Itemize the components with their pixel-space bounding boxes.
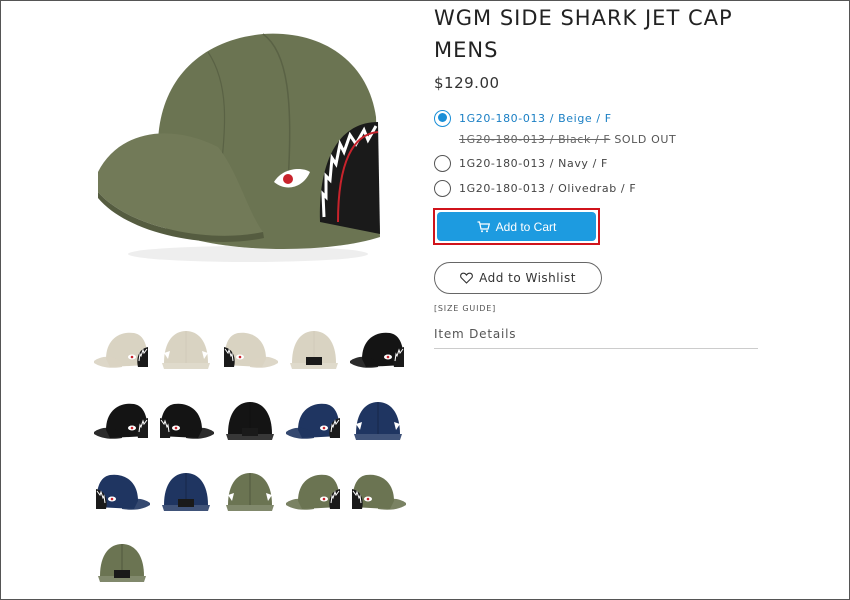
radio-icon[interactable] — [434, 179, 451, 197]
cap-icon — [98, 544, 146, 582]
cap-icon — [94, 332, 148, 368]
cap-icon — [226, 473, 274, 511]
add-to-cart-label: Add to Cart — [495, 219, 557, 234]
thumbnail-navy-side-left[interactable] — [284, 394, 344, 450]
thumbnail-beige-side-right[interactable] — [220, 323, 280, 379]
option-label: 1G20-180-013 / Navy / F — [459, 156, 608, 170]
main-product-image[interactable] — [88, 22, 388, 267]
add-to-wishlist-label: Add to Wishlist — [479, 271, 576, 285]
size-guide-link[interactable]: [SIZE GUIDE] — [434, 304, 496, 313]
cap-icon — [354, 402, 402, 440]
thumbnail-black-back[interactable] — [220, 394, 280, 450]
cap-icon — [286, 403, 340, 439]
thumbnail-beige-back[interactable] — [284, 323, 344, 379]
cap-icon — [162, 473, 210, 511]
cap-icon — [94, 403, 148, 439]
cap-icon — [286, 474, 340, 510]
radio-selected-icon[interactable] — [434, 109, 451, 127]
option-label: 1G20-180-013 / Beige / F — [459, 111, 612, 125]
heart-icon — [460, 272, 473, 284]
product-price: $129.00 — [434, 74, 500, 92]
radio-icon[interactable] — [434, 154, 451, 172]
add-to-wishlist-button[interactable]: Add to Wishlist — [434, 262, 602, 294]
sold-out-label: SOLD OUT — [614, 132, 677, 146]
cap-icon — [160, 403, 214, 439]
thumbnail-navy-side-right[interactable] — [92, 465, 152, 521]
thumbnail-olive-side-left[interactable] — [284, 465, 344, 521]
option-olivedrab[interactable]: 1G20-180-013 / Olivedrab / F — [434, 178, 636, 198]
cap-icon — [224, 332, 278, 368]
thumbnail-navy-front[interactable] — [348, 394, 408, 450]
option-navy[interactable]: 1G20-180-013 / Navy / F — [434, 153, 608, 173]
cap-icon — [350, 332, 404, 368]
thumbnail-black-side-left[interactable] — [348, 323, 408, 379]
cap-icon — [226, 402, 274, 440]
cap-icon — [96, 474, 150, 510]
thumbnail-olive-side-right[interactable] — [348, 465, 408, 521]
product-title: WGM SIDE SHARK JET CAP MENS — [434, 6, 733, 62]
cap-icon — [162, 331, 210, 369]
thumbnail-black-side-left[interactable] — [92, 394, 152, 450]
option-black-soldout: 1G20-180-013 / Black / F SOLD OUT — [459, 129, 676, 149]
cap-icon — [290, 331, 338, 369]
cap-icon — [352, 474, 406, 510]
add-to-cart-button[interactable]: Add to Cart — [437, 212, 596, 241]
option-label: 1G20-180-013 / Olivedrab / F — [459, 181, 637, 195]
thumbnail-navy-back[interactable] — [156, 465, 216, 521]
thumbnail-olive-back[interactable] — [92, 536, 152, 592]
option-beige[interactable]: 1G20-180-013 / Beige / F — [434, 108, 612, 128]
option-label: 1G20-180-013 / Black / F — [459, 132, 611, 146]
thumbnail-beige-front[interactable] — [156, 323, 216, 379]
item-details-tab[interactable]: Item Details — [434, 327, 516, 341]
divider — [434, 348, 758, 349]
thumbnail-olive-front[interactable] — [220, 465, 280, 521]
thumbnail-beige-side-left[interactable] — [92, 323, 152, 379]
thumbnail-black-side-right[interactable] — [156, 394, 216, 450]
cart-icon — [477, 220, 490, 232]
